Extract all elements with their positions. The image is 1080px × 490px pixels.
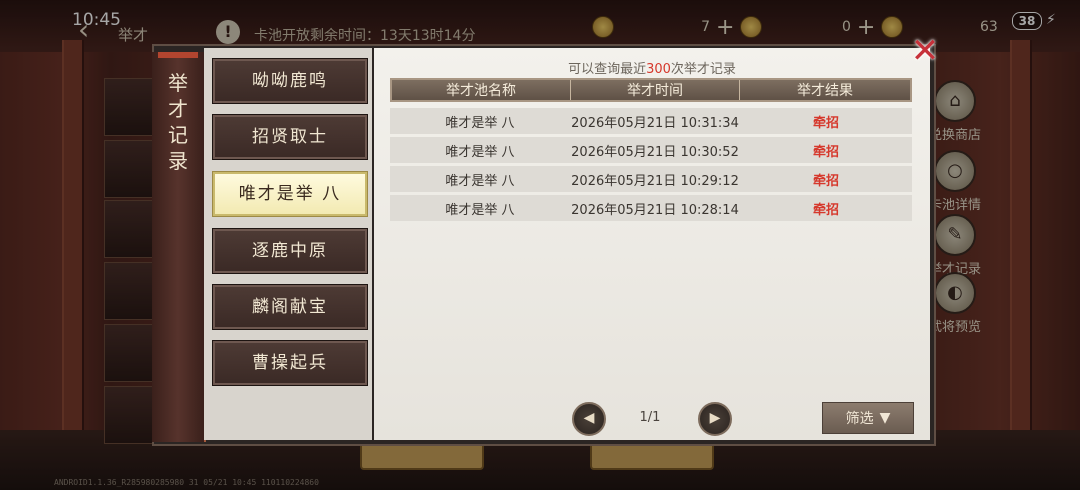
cell-result: 牵招	[812, 144, 839, 160]
hint-suffix: 次举才记录	[670, 62, 736, 77]
next-page-button[interactable]: ▶	[698, 402, 732, 436]
table-row: 唯才是举 八 2026年05月21日 10:31:34 牵招	[390, 108, 912, 134]
cell-pool: 唯才是举 八	[445, 173, 515, 189]
table-row: 唯才是举 八 2026年05月21日 10:30:52 牵招	[390, 137, 912, 163]
close-icon[interactable]: ✕	[908, 34, 942, 70]
page-indicator: 1/1	[639, 410, 661, 425]
chevron-left-icon: ◀	[583, 410, 595, 426]
cell-pool: 唯才是举 八	[445, 115, 515, 131]
title-tab-cap	[158, 52, 198, 58]
filter-label: 筛选	[845, 411, 874, 427]
header-recruit-time: 举才时间	[571, 80, 740, 100]
filter-button[interactable]: 筛选 ▼	[822, 402, 914, 434]
record-table-header: 举才池名称 举才时间 举才结果	[390, 78, 912, 102]
cell-pool: 唯才是举 八	[445, 202, 515, 218]
header-recruit-result: 举才结果	[796, 83, 853, 99]
table-row: 唯才是举 八 2026年05月21日 10:29:12 牵招	[390, 166, 912, 192]
cell-time: 2026年05月21日 10:29:12	[571, 173, 739, 189]
header-pool-name: 举才池名称	[392, 80, 571, 100]
prev-page-button[interactable]: ◀	[572, 402, 606, 436]
pool-tab-3[interactable]: 唯才是举 八	[212, 171, 368, 217]
pool-tab-6[interactable]: 曹操起兵	[212, 340, 368, 386]
funnel-icon: ▼	[879, 410, 891, 426]
chevron-right-icon: ▶	[709, 410, 721, 426]
cell-time: 2026年05月21日 10:30:52	[571, 144, 739, 160]
record-hint: 可以查询最近300次举才记录	[374, 58, 930, 77]
cell-result: 牵招	[812, 115, 839, 131]
table-row: 唯才是举 八 2026年05月21日 10:28:14 牵招	[390, 195, 912, 221]
pool-tab-2[interactable]: 招贤取士	[212, 114, 368, 160]
hint-number: 300	[646, 62, 671, 77]
pool-tab-1[interactable]: 呦呦鹿鸣	[212, 58, 368, 104]
hint-prefix: 可以查询最近	[568, 62, 647, 77]
record-content-panel	[374, 48, 930, 440]
pool-tab-4[interactable]: 逐鹿中原	[212, 228, 368, 274]
pool-tab-5[interactable]: 麟阁献宝	[212, 284, 368, 330]
cell-result: 牵招	[812, 173, 839, 189]
cell-time: 2026年05月21日 10:31:34	[571, 115, 739, 131]
cell-pool: 唯才是举 八	[445, 144, 515, 160]
cell-time: 2026年05月21日 10:28:14	[571, 202, 739, 218]
modal-title: 举才记录	[168, 71, 190, 173]
cell-result: 牵招	[812, 202, 839, 218]
